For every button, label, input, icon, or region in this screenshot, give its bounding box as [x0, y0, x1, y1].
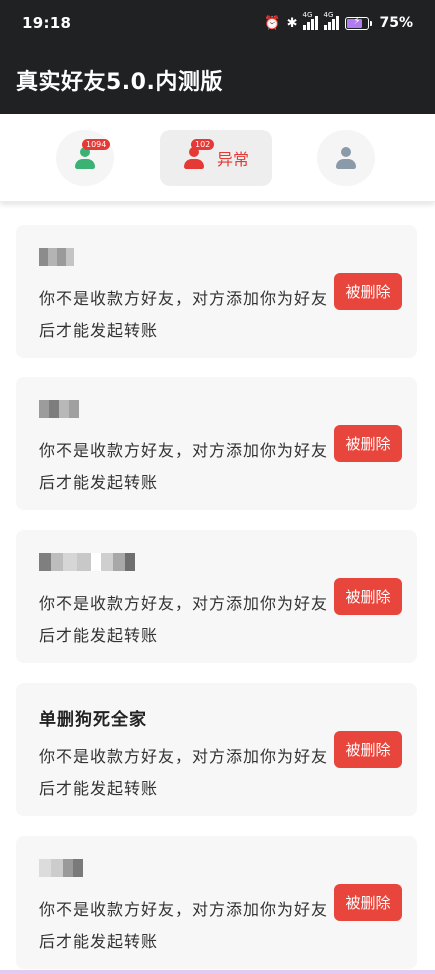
list-item: 你不是收款方好友，对方添加你为好友后才能发起转账 被删除 [16, 836, 417, 969]
app-title: 真实好友5.0.内测版 [16, 70, 223, 95]
person-icon: 1094 [74, 139, 111, 169]
status-message: 你不是收款方好友，对方添加你为好友后才能发起转账 [39, 289, 329, 340]
signal-icon-2: 4G [323, 11, 340, 30]
app-bar: 真实好友5.0.内测版 [0, 46, 435, 114]
battery-percent: 75% [379, 15, 413, 31]
list-item: 你不是收款方好友，对方添加你为好友后才能发起转账 被删除 [16, 225, 417, 358]
tab-abnormal[interactable]: 102 异常 [160, 130, 272, 186]
charging-icon: ⚡ [353, 15, 361, 27]
blurred-contact-name [39, 399, 79, 419]
network-type-2: 4G [323, 11, 334, 19]
contact-name: 单删狗死全家 [39, 710, 147, 730]
status-message: 你不是收款方好友，对方添加你为好友后才能发起转账 [39, 441, 329, 492]
deleted-status-button[interactable]: 被删除 [334, 273, 402, 310]
network-type-1: 4G [302, 11, 313, 19]
list-item: 你不是收款方好友，对方添加你为好友后才能发起转账 被删除 [16, 530, 417, 663]
abnormal-count-badge: 102 [190, 139, 215, 150]
tab-abnormal-label: 异常 [216, 150, 249, 169]
tab-friends[interactable]: 1094 [56, 130, 114, 186]
status-message: 你不是收款方好友，对方添加你为好友后才能发起转账 [39, 594, 329, 645]
status-message: 你不是收款方好友，对方添加你为好友后才能发起转账 [39, 747, 329, 798]
deleted-status-button[interactable]: 被删除 [334, 425, 402, 462]
bottom-edge [0, 970, 435, 974]
status-message: 你不是收款方好友，对方添加你为好友后才能发起转账 [39, 900, 329, 951]
status-icons: ⏰ ✱ 4G 4G ⚡ 75% [264, 11, 413, 31]
person-icon [335, 147, 357, 169]
deleted-status-button[interactable]: 被删除 [334, 578, 402, 615]
status-time: 19:18 [22, 14, 72, 32]
signal-icon-1: 4G [302, 11, 319, 30]
friends-count-badge: 1094 [82, 139, 111, 150]
tab-bar: 1094 102 异常 [0, 114, 435, 202]
alarm-icon: ⏰ [264, 16, 281, 31]
blurred-contact-name [39, 552, 135, 572]
blurred-contact-name [39, 247, 74, 267]
deleted-status-button[interactable]: 被删除 [334, 884, 402, 921]
status-bar: 19:18 ⏰ ✱ 4G 4G ⚡ 75% [0, 0, 435, 46]
deleted-status-button[interactable]: 被删除 [334, 731, 402, 768]
bluetooth-icon: ✱ [286, 16, 298, 31]
blurred-contact-name [39, 858, 83, 878]
battery-icon: ⚡ [345, 15, 373, 30]
person-icon: 102 [183, 139, 215, 169]
tab-me[interactable] [317, 130, 375, 186]
list-item: 单删狗死全家 你不是收款方好友，对方添加你为好友后才能发起转账 被删除 [16, 683, 417, 816]
list-item: 你不是收款方好友，对方添加你为好友后才能发起转账 被删除 [16, 377, 417, 510]
